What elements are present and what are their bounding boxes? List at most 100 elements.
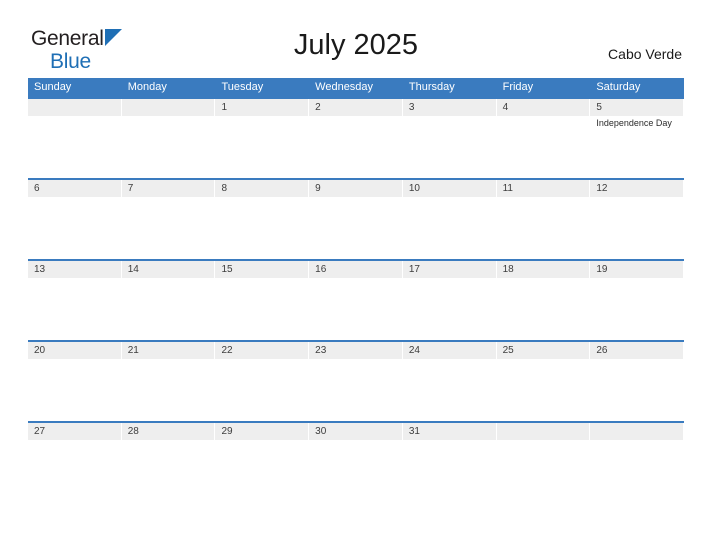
day-cell-5[interactable]: 5 Independence Day <box>590 97 685 178</box>
day-number-band: 5 <box>590 99 685 116</box>
day-number-band <box>590 423 685 440</box>
day-number: 26 <box>596 345 608 356</box>
day-number-band: 8 <box>215 180 310 197</box>
day-number: 16 <box>315 264 327 275</box>
day-number: 20 <box>34 345 46 356</box>
day-number-band: 29 <box>215 423 310 440</box>
day-cell-18[interactable]: 18 <box>496 259 591 340</box>
day-number: 2 <box>315 102 321 113</box>
day-number-band <box>28 99 122 116</box>
day-number: 5 <box>596 102 602 113</box>
day-cell-16[interactable]: 16 <box>309 259 403 340</box>
day-number-band: 13 <box>28 261 122 278</box>
day-cell-28[interactable]: 28 <box>121 421 216 502</box>
day-cell-8[interactable]: 8 <box>215 178 310 259</box>
day-number: 15 <box>221 264 233 275</box>
day-cell-2[interactable]: 2 <box>309 97 403 178</box>
day-number-band: 22 <box>215 342 310 359</box>
day-cell-9[interactable]: 9 <box>309 178 403 259</box>
region-label: Cabo Verde <box>608 46 682 62</box>
day-number: 30 <box>315 426 327 437</box>
day-number: 9 <box>315 183 321 194</box>
day-cell-empty[interactable] <box>496 421 591 502</box>
day-cell-12[interactable]: 12 <box>590 178 685 259</box>
day-number: 10 <box>408 183 420 194</box>
day-number: 25 <box>502 345 514 356</box>
weekday-header-row: Sunday Monday Tuesday Wednesday Thursday Frid… <box>28 78 684 97</box>
weekday-header-friday: Friday <box>502 81 534 93</box>
day-cell-empty[interactable] <box>28 97 122 178</box>
day-number: 19 <box>596 264 608 275</box>
day-number: 22 <box>221 345 233 356</box>
weekday-header-saturday: Saturday <box>596 81 641 93</box>
day-number-band: 26 <box>590 342 685 359</box>
day-cell-10[interactable]: 10 <box>402 178 497 259</box>
day-cell-empty[interactable] <box>121 97 216 178</box>
day-number: 29 <box>221 426 233 437</box>
day-cell-27[interactable]: 27 <box>28 421 122 502</box>
day-number-band: 25 <box>496 342 591 359</box>
calendar-week-row: 20 21 22 23 24 25 26 <box>28 340 685 421</box>
day-cell-23[interactable]: 23 <box>309 340 403 421</box>
day-cell-31[interactable]: 31 <box>402 421 497 502</box>
weekday-header-tuesday: Tuesday <box>221 81 264 93</box>
day-number-band: 31 <box>402 423 497 440</box>
calendar-week-row: 6 7 8 9 10 11 12 <box>28 178 685 259</box>
day-number-band: 9 <box>309 180 403 197</box>
calendar-week-row: 27 28 29 30 31 <box>28 421 685 502</box>
day-number: 13 <box>34 264 46 275</box>
day-number-band: 30 <box>309 423 403 440</box>
event-label[interactable]: Independence Day <box>596 117 680 129</box>
day-cell-7[interactable]: 7 <box>121 178 216 259</box>
day-number-band: 18 <box>496 261 591 278</box>
calendar-grid: Sunday Monday Tuesday Wednesday Thursday Frid… <box>28 78 685 502</box>
day-cell-30[interactable]: 30 <box>309 421 403 502</box>
day-number-band: 11 <box>496 180 591 197</box>
day-cell-20[interactable]: 20 <box>28 340 122 421</box>
weekday-header-wednesday: Wednesday <box>315 81 374 93</box>
day-number-band: 27 <box>28 423 122 440</box>
day-number-band: 6 <box>28 180 122 197</box>
day-cell-13[interactable]: 13 <box>28 259 122 340</box>
day-cell-22[interactable]: 22 <box>215 340 310 421</box>
day-number-band: 19 <box>590 261 685 278</box>
day-number-band: 7 <box>121 180 216 197</box>
day-cell-1[interactable]: 1 <box>215 97 310 178</box>
day-cell-11[interactable]: 11 <box>496 178 591 259</box>
day-number-band: 2 <box>309 99 403 116</box>
day-cell-24[interactable]: 24 <box>402 340 497 421</box>
day-number: 6 <box>34 183 40 194</box>
day-cell-empty[interactable] <box>590 421 685 502</box>
day-cell-4[interactable]: 4 <box>496 97 591 178</box>
day-number: 17 <box>408 264 420 275</box>
day-number: 28 <box>127 426 139 437</box>
page-title: July 2025 <box>293 29 419 61</box>
day-cell-17[interactable]: 17 <box>402 259 497 340</box>
day-number: 1 <box>221 102 227 113</box>
day-number: 18 <box>502 264 514 275</box>
day-cell-3[interactable]: 3 <box>402 97 497 178</box>
day-number-band: 14 <box>121 261 216 278</box>
calendar-week-row: 13 14 15 16 17 18 19 <box>28 259 685 340</box>
day-number: 7 <box>127 183 134 194</box>
day-number: 31 <box>408 426 420 437</box>
day-number: 14 <box>127 264 139 275</box>
day-number-band: 12 <box>590 180 685 197</box>
day-number: 3 <box>408 102 415 113</box>
calendar-weeks: 1 2 3 4 5 Independence Day 6 7 8 9 10 11 12 13 14 15 16 1… <box>28 97 685 502</box>
calendar-page: General Blue July 2025 Cabo Verde Sunday… <box>0 0 712 550</box>
day-number-band <box>496 423 591 440</box>
weekday-header-monday: Monday <box>127 81 167 93</box>
day-cell-19[interactable]: 19 <box>590 259 685 340</box>
page-header: General Blue July 2025 Cabo Verde <box>0 0 712 76</box>
day-cell-26[interactable]: 26 <box>590 340 685 421</box>
day-number-band: 3 <box>402 99 497 116</box>
day-number-band <box>121 99 216 116</box>
day-cell-21[interactable]: 21 <box>121 340 216 421</box>
day-number-band: 24 <box>402 342 497 359</box>
day-cell-14[interactable]: 14 <box>121 259 216 340</box>
day-cell-25[interactable]: 25 <box>496 340 591 421</box>
day-cell-29[interactable]: 29 <box>215 421 310 502</box>
day-cell-15[interactable]: 15 <box>215 259 310 340</box>
day-cell-6[interactable]: 6 <box>28 178 122 259</box>
